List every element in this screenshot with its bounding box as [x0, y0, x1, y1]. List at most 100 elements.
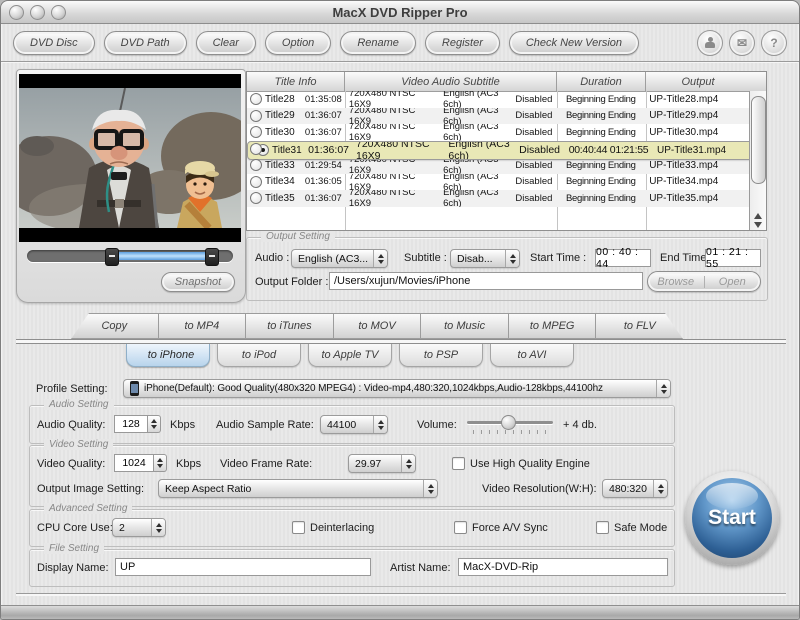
toolbar-button-dvd-disc[interactable]: DVD Disc — [13, 31, 95, 55]
table-row[interactable]: Title3501:36:07720X480 NTSC 16X9English … — [247, 190, 749, 207]
safe-mode-checkbox[interactable] — [596, 521, 609, 534]
subtitle-select[interactable]: Disab... — [450, 249, 520, 268]
slider-ticks — [473, 430, 547, 434]
output-folder-input[interactable] — [329, 272, 643, 290]
video-quality-unit: Kbps — [176, 458, 201, 470]
row-radio[interactable] — [250, 192, 262, 204]
row-radio[interactable] — [250, 159, 262, 171]
trim-handle-right[interactable] — [205, 248, 219, 266]
tab-to-apple-tv[interactable]: to Apple TV — [308, 344, 392, 367]
window-bottom-bezel — [1, 605, 799, 620]
row-radio[interactable] — [250, 110, 262, 122]
table-row[interactable]: Title3401:36:05720X480 NTSC 16X9English … — [247, 174, 749, 191]
toolbar-button-rename[interactable]: Rename — [340, 31, 416, 55]
toolbar-button-register[interactable]: Register — [425, 31, 500, 55]
tab-to-mpeg[interactable]: to MPEG — [509, 313, 597, 339]
tab-to-itunes[interactable]: to iTunes — [246, 313, 334, 339]
audio-select[interactable]: English (AC3... — [291, 249, 388, 268]
app-window: MacX DVD Ripper Pro DVD DiscDVD PathClea… — [0, 0, 800, 620]
file-setting-group: File Setting Display Name: Artist Name: — [29, 549, 675, 587]
frame-rate-select[interactable]: 29.97 — [348, 454, 416, 473]
video-preview[interactable] — [19, 74, 241, 242]
toolbar-button-dvd-path[interactable]: DVD Path — [104, 31, 187, 55]
image-setting-select[interactable]: Keep Aspect Ratio — [158, 479, 438, 498]
audio-setting-group: Audio Setting Audio Quality: 128 Kbps Au… — [29, 405, 675, 444]
stepper-icon — [423, 480, 437, 497]
start-button[interactable]: Start — [685, 471, 779, 565]
table-row[interactable]: Title3101:36:07720X480 NTSC 16X9English … — [247, 141, 749, 160]
slider-thumb[interactable] — [501, 415, 516, 430]
sample-rate-select[interactable]: 44100 — [320, 415, 388, 434]
display-name-input[interactable] — [115, 558, 371, 576]
video-quality-stepper[interactable]: 1024 — [114, 454, 167, 472]
scroll-up-icon[interactable] — [754, 213, 762, 219]
frame-rate-label: Video Frame Rate: — [220, 458, 312, 470]
toolbar-button-check-new-version[interactable]: Check New Version — [509, 31, 639, 55]
artist-name-input[interactable] — [458, 558, 668, 576]
trim-slider[interactable] — [27, 250, 233, 262]
row-output: UP-Title29.mp4 — [645, 108, 749, 125]
toolbar-button-clear[interactable]: Clear — [196, 31, 256, 55]
stepper-icon — [653, 480, 667, 497]
tab-to-music[interactable]: to Music — [421, 313, 509, 339]
scroll-down-icon[interactable] — [754, 222, 762, 228]
cpu-core-select[interactable]: 2 — [112, 518, 166, 537]
stepper-icon — [151, 519, 165, 536]
row-radio[interactable] — [250, 176, 262, 188]
row-title: Title30 — [265, 127, 295, 138]
resolution-select[interactable]: 480:320 — [602, 479, 668, 498]
stepper-icon — [656, 380, 670, 397]
volume-slider[interactable] — [467, 414, 553, 434]
header-duration[interactable]: Duration — [557, 72, 646, 91]
format-tabs-row2: to iPhoneto iPadto iPodto Apple TVto PSP… — [126, 344, 574, 367]
row-title: Title31 — [272, 145, 302, 156]
row-audio: English (AC3 6ch) — [443, 124, 515, 141]
toolbar: DVD Disc DVD Path Clear Option Rename Registe… — [1, 24, 799, 62]
trim-handle-left[interactable] — [105, 248, 119, 266]
row-audio: English (AC3 6ch) — [443, 190, 515, 207]
deinterlacing-checkbox[interactable] — [292, 521, 305, 534]
tab-to-iphone[interactable]: to iPhone — [126, 344, 210, 367]
tab-to-psp[interactable]: to PSP — [399, 344, 483, 367]
row-video-format: 720X480 NTSC 16X9 — [349, 174, 435, 191]
browse-button[interactable]: Browse — [648, 276, 705, 288]
profile-select[interactable]: iPhone(Default): Good Quality(480x320 MP… — [123, 379, 671, 398]
row-radio[interactable] — [250, 143, 262, 155]
account-button[interactable] — [697, 30, 723, 56]
toolbar-button-option[interactable]: Option — [265, 31, 331, 55]
contact-button[interactable]: ✉ — [729, 30, 755, 56]
row-output: UP-Title34.mp4 — [645, 174, 749, 191]
table-row[interactable]: Title2901:36:07720X480 NTSC 16X9English … — [247, 108, 749, 125]
start-time-field[interactable]: 00 : 40 : 44 — [595, 249, 651, 267]
person-icon — [705, 37, 715, 49]
tab-to-mov[interactable]: to MOV — [334, 313, 422, 339]
help-button[interactable]: ? — [761, 30, 787, 56]
start-button-face: Start — [692, 478, 772, 558]
header-video-audio-subtitle[interactable]: Video Audio Subtitle — [345, 72, 557, 91]
force-av-sync-checkbox[interactable] — [454, 521, 467, 534]
scroll-thumb[interactable] — [751, 96, 766, 184]
help-icon: ? — [770, 36, 777, 50]
tab-copy[interactable]: Copy — [71, 313, 159, 339]
end-time-field[interactable]: 01 : 21 : 55 — [705, 249, 761, 267]
row-length: 01:35:08 — [305, 94, 342, 105]
row-subtitle: Disabled — [515, 160, 552, 171]
tab-to-flv[interactable]: to FLV — [596, 313, 683, 339]
open-button[interactable]: Open — [705, 276, 761, 288]
tab-to-ipod[interactable]: to iPod — [217, 344, 301, 367]
audio-quality-stepper[interactable]: 128 — [114, 415, 161, 433]
row-output: UP-Title28.mp4 — [645, 91, 749, 108]
header-title-info[interactable]: Title Info — [247, 72, 345, 91]
deinterlacing-label: Deinterlacing — [310, 522, 374, 534]
tab-to-mp4[interactable]: to MP4 — [159, 313, 247, 339]
row-radio[interactable] — [250, 126, 262, 138]
tab-to-avi[interactable]: to AVI — [490, 344, 574, 367]
snapshot-button[interactable]: Snapshot — [161, 272, 235, 292]
table-row[interactable]: Title2801:35:08720X480 NTSC 16X9English … — [247, 91, 749, 108]
hq-engine-checkbox[interactable] — [452, 457, 465, 470]
row-radio[interactable] — [250, 93, 262, 105]
vertical-scrollbar[interactable] — [749, 91, 766, 230]
subtitle-label: Subtitle : — [404, 252, 447, 264]
table-row[interactable]: Title3001:36:07720X480 NTSC 16X9English … — [247, 124, 749, 141]
header-output[interactable]: Output — [646, 72, 750, 91]
